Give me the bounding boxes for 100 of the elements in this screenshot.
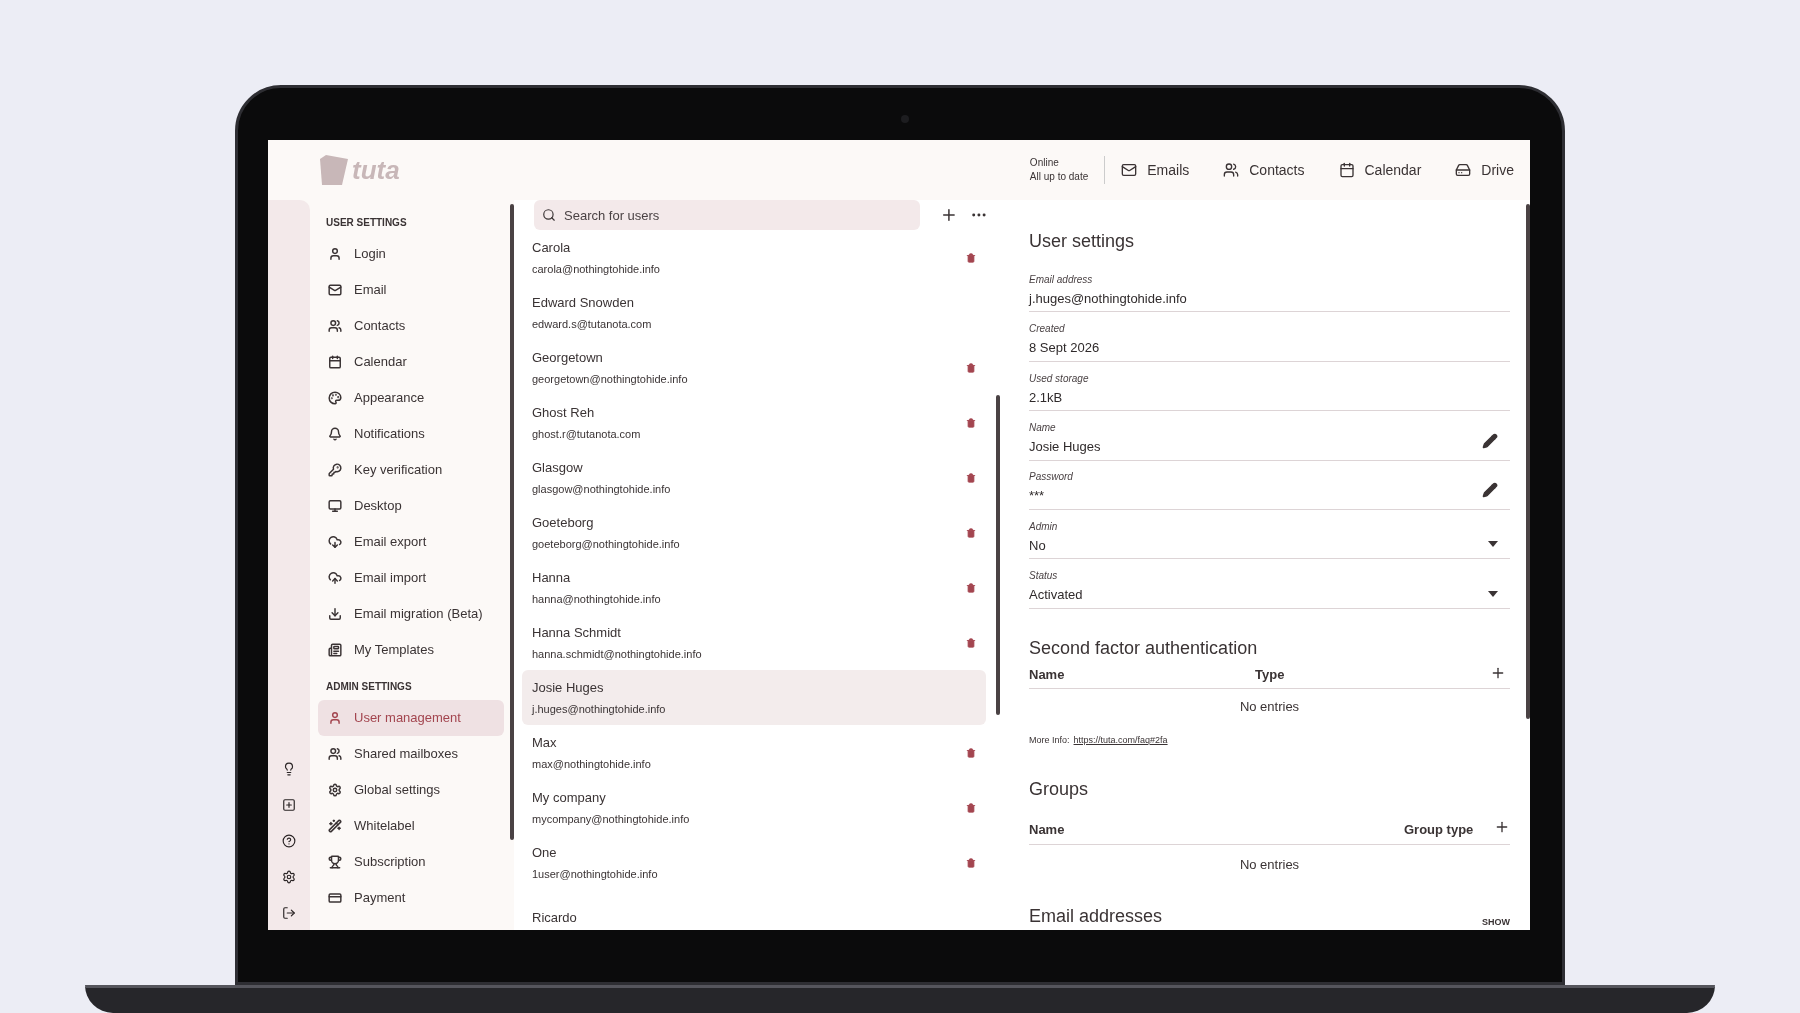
user-name: Georgetown bbox=[532, 349, 604, 367]
field-value: 8 Sept 2026 bbox=[1029, 339, 1101, 358]
nav-button[interactable]: Drive bbox=[1455, 159, 1514, 181]
monitor-icon bbox=[328, 499, 342, 513]
dropdown-icon[interactable] bbox=[1488, 590, 1498, 597]
user-name: Carola bbox=[532, 239, 572, 257]
sidebar-item[interactable]: Email bbox=[318, 272, 504, 308]
user-name: Goeteborg bbox=[532, 514, 595, 532]
add-square-icon[interactable] bbox=[282, 798, 296, 812]
key-icon bbox=[328, 463, 342, 477]
user-row[interactable]: Ghost Reh ghost.r@tutanota.com bbox=[522, 395, 986, 450]
user-name: Ghost Reh bbox=[532, 404, 596, 422]
search-field[interactable]: Search for users bbox=[534, 200, 921, 230]
user-row[interactable]: Georgetown georgetown@nothingtohide.info bbox=[522, 340, 986, 395]
trash-icon[interactable] bbox=[966, 747, 976, 758]
user-row[interactable]: Glasgow glasgow@nothingtohide.info bbox=[522, 450, 986, 505]
logout-icon[interactable] bbox=[282, 906, 296, 920]
show-toggle[interactable]: SHOW bbox=[1482, 916, 1510, 930]
field-label: Used storage bbox=[1029, 371, 1090, 386]
user-name: Hanna Schmidt bbox=[532, 624, 622, 642]
trash-icon[interactable] bbox=[966, 417, 976, 428]
field-value: j.huges@nothingtohide.info bbox=[1029, 289, 1188, 308]
sidebar-item[interactable]: Shared mailboxes bbox=[318, 736, 504, 772]
column-header: Group type bbox=[1404, 821, 1475, 839]
user-row[interactable]: Hanna hanna@nothingtohide.info bbox=[522, 560, 986, 615]
field-value: No bbox=[1029, 536, 1047, 555]
sidebar-item[interactable]: Contacts bbox=[318, 308, 504, 344]
user-email: ghost.r@tutanota.com bbox=[532, 426, 642, 442]
sidebar-item[interactable]: Email export bbox=[318, 524, 504, 560]
panel-title: User settings bbox=[1029, 230, 1136, 253]
settings-icon[interactable] bbox=[282, 870, 296, 884]
sync-status: Online bbox=[1029, 156, 1060, 170]
user-name: Glasgow bbox=[532, 459, 584, 477]
dropdown-icon[interactable] bbox=[1488, 541, 1498, 548]
nav-button[interactable]: Emails bbox=[1121, 159, 1190, 181]
user-row[interactable]: Edward Snowden edward.s@tutanota.com bbox=[522, 285, 986, 340]
column-header: Name bbox=[1029, 821, 1066, 839]
user-row[interactable]: Hanna Schmidt hanna.schmidt@nothingtohide.info bbox=[522, 615, 986, 670]
user-row[interactable]: My company mycompany@nothingtohide.info bbox=[522, 780, 986, 835]
trash-icon[interactable] bbox=[966, 252, 976, 263]
trash-icon[interactable] bbox=[966, 857, 976, 868]
form-field[interactable]: Name Josie Huges bbox=[1029, 411, 1510, 461]
settings-icon bbox=[328, 783, 342, 797]
user-name: Max bbox=[532, 734, 558, 752]
faq-link[interactable]: https://tuta.com/faq#2fa bbox=[1073, 734, 1168, 748]
user-email: edward.s@tutanota.com bbox=[532, 316, 653, 332]
sidebar-item[interactable]: Email migration (Beta) bbox=[318, 596, 504, 632]
sidebar-item[interactable]: User management bbox=[318, 700, 504, 736]
trash-icon[interactable] bbox=[966, 362, 976, 373]
drive-icon bbox=[1455, 162, 1472, 178]
trash-icon[interactable] bbox=[966, 582, 976, 593]
sync-status: All up to date bbox=[1029, 170, 1089, 184]
form-field[interactable]: Status Activated bbox=[1029, 559, 1510, 609]
edit-icon[interactable] bbox=[1482, 432, 1498, 449]
logo-icon bbox=[318, 155, 348, 185]
bell-icon bbox=[328, 427, 342, 441]
form-field[interactable]: Admin No bbox=[1029, 509, 1510, 560]
user-row[interactable]: Max max@nothingtohide.info bbox=[522, 725, 986, 780]
field-label: Password bbox=[1029, 470, 1074, 485]
empty-message: No entries bbox=[1239, 856, 1300, 875]
user-row[interactable]: Josie Huges j.huges@nothingtohide.info bbox=[522, 670, 986, 725]
user-name: Ricardo bbox=[532, 908, 578, 927]
sidebar-item[interactable]: Key verification bbox=[318, 452, 504, 488]
column-header: Type bbox=[1255, 666, 1286, 685]
field-label: Status bbox=[1029, 569, 1059, 584]
field-label: Created bbox=[1029, 322, 1066, 337]
trash-icon[interactable] bbox=[966, 637, 976, 648]
user-email: glasgow@nothingtohide.info bbox=[532, 481, 672, 497]
trash-icon[interactable] bbox=[966, 472, 976, 483]
template-icon bbox=[328, 643, 342, 657]
sidebar-item[interactable]: Login bbox=[318, 236, 504, 272]
trash-icon[interactable] bbox=[966, 802, 976, 813]
edit-icon[interactable] bbox=[1482, 481, 1498, 498]
sidebar-item[interactable]: Calendar bbox=[318, 344, 504, 380]
form-field[interactable]: Password *** bbox=[1029, 460, 1510, 510]
sidebar-item[interactable]: Payment bbox=[318, 880, 504, 916]
sidebar-item[interactable]: Email import bbox=[318, 560, 504, 596]
sidebar-item[interactable]: Subscription bbox=[318, 844, 504, 880]
user-row[interactable]: One 1user@nothingtohide.info bbox=[522, 835, 986, 890]
user-email: hanna.schmidt@nothingtohide.info bbox=[532, 646, 703, 662]
user-row[interactable]: Goeteborg goeteborg@nothingtohide.info bbox=[522, 505, 986, 560]
calendar-icon bbox=[1338, 162, 1355, 178]
field-value: Josie Huges bbox=[1029, 438, 1102, 456]
search-icon bbox=[542, 208, 556, 222]
sidebar-item[interactable]: Desktop bbox=[318, 488, 504, 524]
sidebar-item[interactable]: Whitelabel bbox=[318, 808, 504, 844]
user-name: Josie Huges bbox=[532, 679, 605, 697]
trash-icon[interactable] bbox=[966, 527, 976, 538]
sidebar-item[interactable]: Global settings bbox=[318, 772, 504, 808]
sidebar-item[interactable]: Notifications bbox=[318, 416, 504, 452]
nav-button[interactable]: Calendar bbox=[1338, 159, 1422, 181]
user-name: One bbox=[532, 844, 558, 862]
help-icon[interactable] bbox=[282, 834, 296, 848]
person-icon bbox=[328, 711, 342, 725]
nav-button[interactable]: Contacts bbox=[1223, 159, 1305, 181]
user-row[interactable]: Ricardo bbox=[522, 890, 986, 930]
user-row[interactable]: Carola carola@nothingtohide.info bbox=[522, 230, 986, 285]
sidebar-item[interactable]: My Templates bbox=[318, 632, 504, 668]
lightbulb-icon[interactable] bbox=[282, 762, 296, 776]
sidebar-item[interactable]: Appearance bbox=[318, 380, 504, 416]
